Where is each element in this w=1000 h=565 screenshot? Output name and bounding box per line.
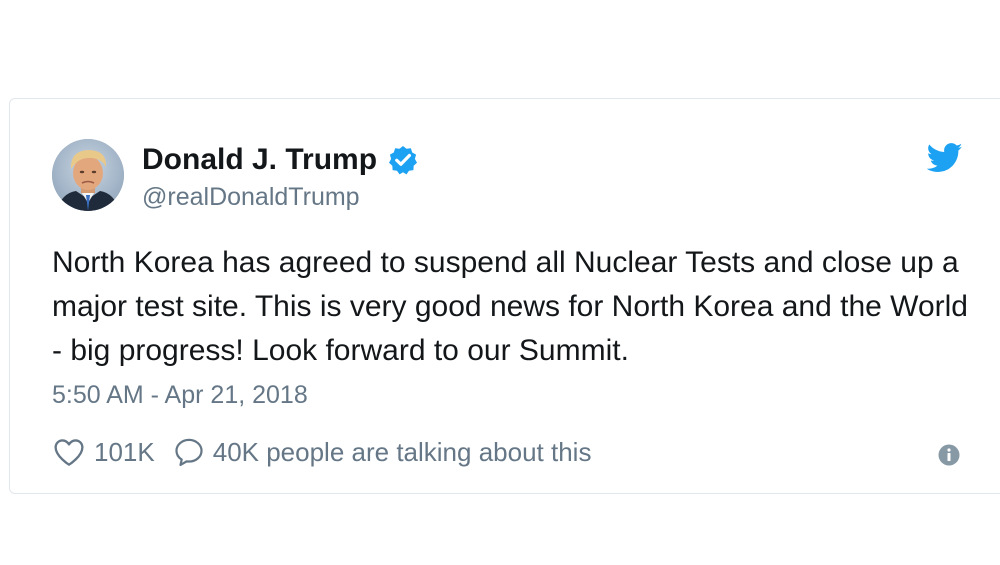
action-bar: 101K 40K people are talking about this <box>52 434 591 470</box>
verified-badge-icon <box>389 146 418 175</box>
talking-about-link[interactable]: 40K people are talking about this <box>213 437 592 468</box>
speech-bubble-icon[interactable] <box>173 437 205 467</box>
tweet-text: North Korea has agreed to suspend all Nu… <box>52 246 968 367</box>
avatar[interactable] <box>52 139 124 211</box>
avatar-photo <box>52 139 124 211</box>
twitter-bird-icon[interactable] <box>927 143 963 173</box>
heart-icon[interactable] <box>52 437 86 467</box>
display-name-text[interactable]: Donald J. Trump <box>142 143 377 177</box>
tweet-timestamp[interactable]: 5:50 AM - Apr 21, 2018 <box>52 381 308 410</box>
info-icon[interactable] <box>938 444 960 466</box>
page: Donald J. Trump @realDonaldTrump North K… <box>0 0 1000 565</box>
display-name[interactable]: Donald J. Trump <box>142 143 419 177</box>
like-count[interactable]: 101K <box>94 437 155 468</box>
author-handle[interactable]: @realDonaldTrump <box>142 183 360 212</box>
tweet-card[interactable]: Donald J. Trump @realDonaldTrump North K… <box>9 98 1000 494</box>
